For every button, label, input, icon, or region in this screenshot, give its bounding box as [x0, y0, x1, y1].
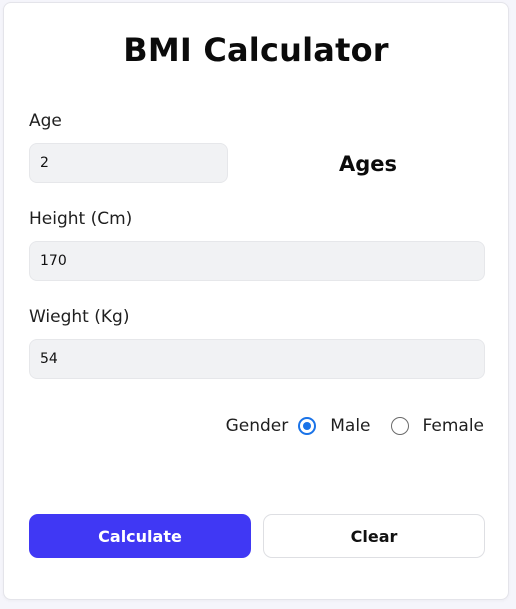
page-title: BMI Calculator [123, 31, 389, 69]
gender-row: Gender Male Female [226, 416, 484, 436]
age-label: Age [29, 111, 62, 131]
height-label: Height (Cm) [29, 209, 133, 229]
calculate-button[interactable]: Calculate [29, 514, 251, 558]
height-input[interactable] [29, 241, 485, 281]
bmi-card: BMI Calculator Age Ages Height (Cm) Wieg… [3, 2, 509, 600]
female-radio[interactable] [390, 417, 409, 435]
weight-input[interactable] [29, 339, 485, 379]
age-input[interactable] [29, 143, 228, 183]
ages-label: Ages [339, 152, 398, 176]
female-label[interactable]: Female [423, 416, 484, 436]
male-label[interactable]: Male [330, 416, 370, 436]
weight-label: Wieght (Kg) [29, 307, 130, 327]
gender-label: Gender [225, 416, 289, 436]
clear-button[interactable]: Clear [263, 514, 485, 558]
male-radio[interactable] [298, 417, 317, 435]
